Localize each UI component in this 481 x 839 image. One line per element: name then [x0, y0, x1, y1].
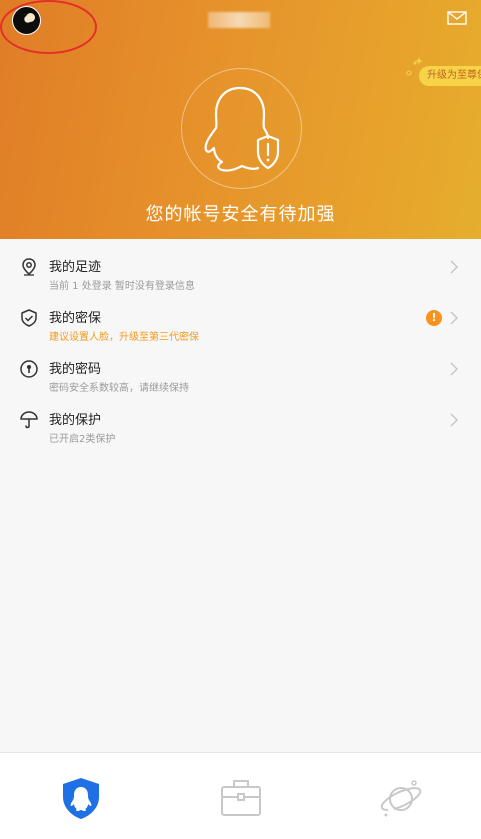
menu-item-protection[interactable]: 我的保护 已开启2类保护	[0, 392, 481, 445]
menu-item-title: 我的保护	[49, 413, 102, 428]
toolbox-icon[interactable]	[218, 775, 264, 821]
planet-icon[interactable]	[378, 775, 424, 821]
menu-item-title: 我的足迹	[49, 260, 102, 275]
menu-item-password[interactable]: 我的密码 密码安全系数较高，请继续保持	[0, 341, 481, 394]
blurred-account-name	[208, 12, 270, 28]
shield-check-icon	[21, 309, 37, 327]
qq-security-shield-icon[interactable]	[58, 775, 104, 821]
menu-item-footprint[interactable]: 我的足迹 当前 1 处登录 暂时没有登录信息	[0, 239, 481, 292]
menu-item-security-question[interactable]: 我的密保 建议设置人脸，升级至第三代密保 !	[0, 290, 481, 343]
chevron-right-icon	[450, 260, 458, 274]
key-lock-icon	[20, 360, 38, 378]
umbrella-icon	[20, 411, 38, 429]
mail-icon[interactable]	[447, 11, 467, 25]
menu-item-subtitle: 已开启2类保护	[49, 434, 116, 445]
menu-item-title: 我的密保	[49, 311, 102, 326]
security-status-title: 您的帐号安全有待加强	[145, 204, 336, 225]
security-menu: 我的足迹 当前 1 处登录 暂时没有登录信息 我的密保 建议设置人脸，升级至第三…	[0, 239, 481, 445]
alert-icon: !	[426, 310, 442, 326]
menu-item-title: 我的密码	[49, 362, 102, 377]
upgrade-badge[interactable]: 升级为至尊保	[419, 66, 481, 86]
chevron-right-icon	[450, 311, 458, 325]
location-pin-icon	[22, 258, 36, 276]
chevron-right-icon	[450, 413, 458, 427]
qq-penguin-shield-alert-icon	[204, 86, 280, 172]
bottom-tab-bar	[0, 752, 481, 839]
security-header: 升级为至尊保 您的帐号安全有待加强	[0, 0, 481, 239]
annotation-circle	[0, 0, 97, 54]
chevron-right-icon	[450, 362, 458, 376]
